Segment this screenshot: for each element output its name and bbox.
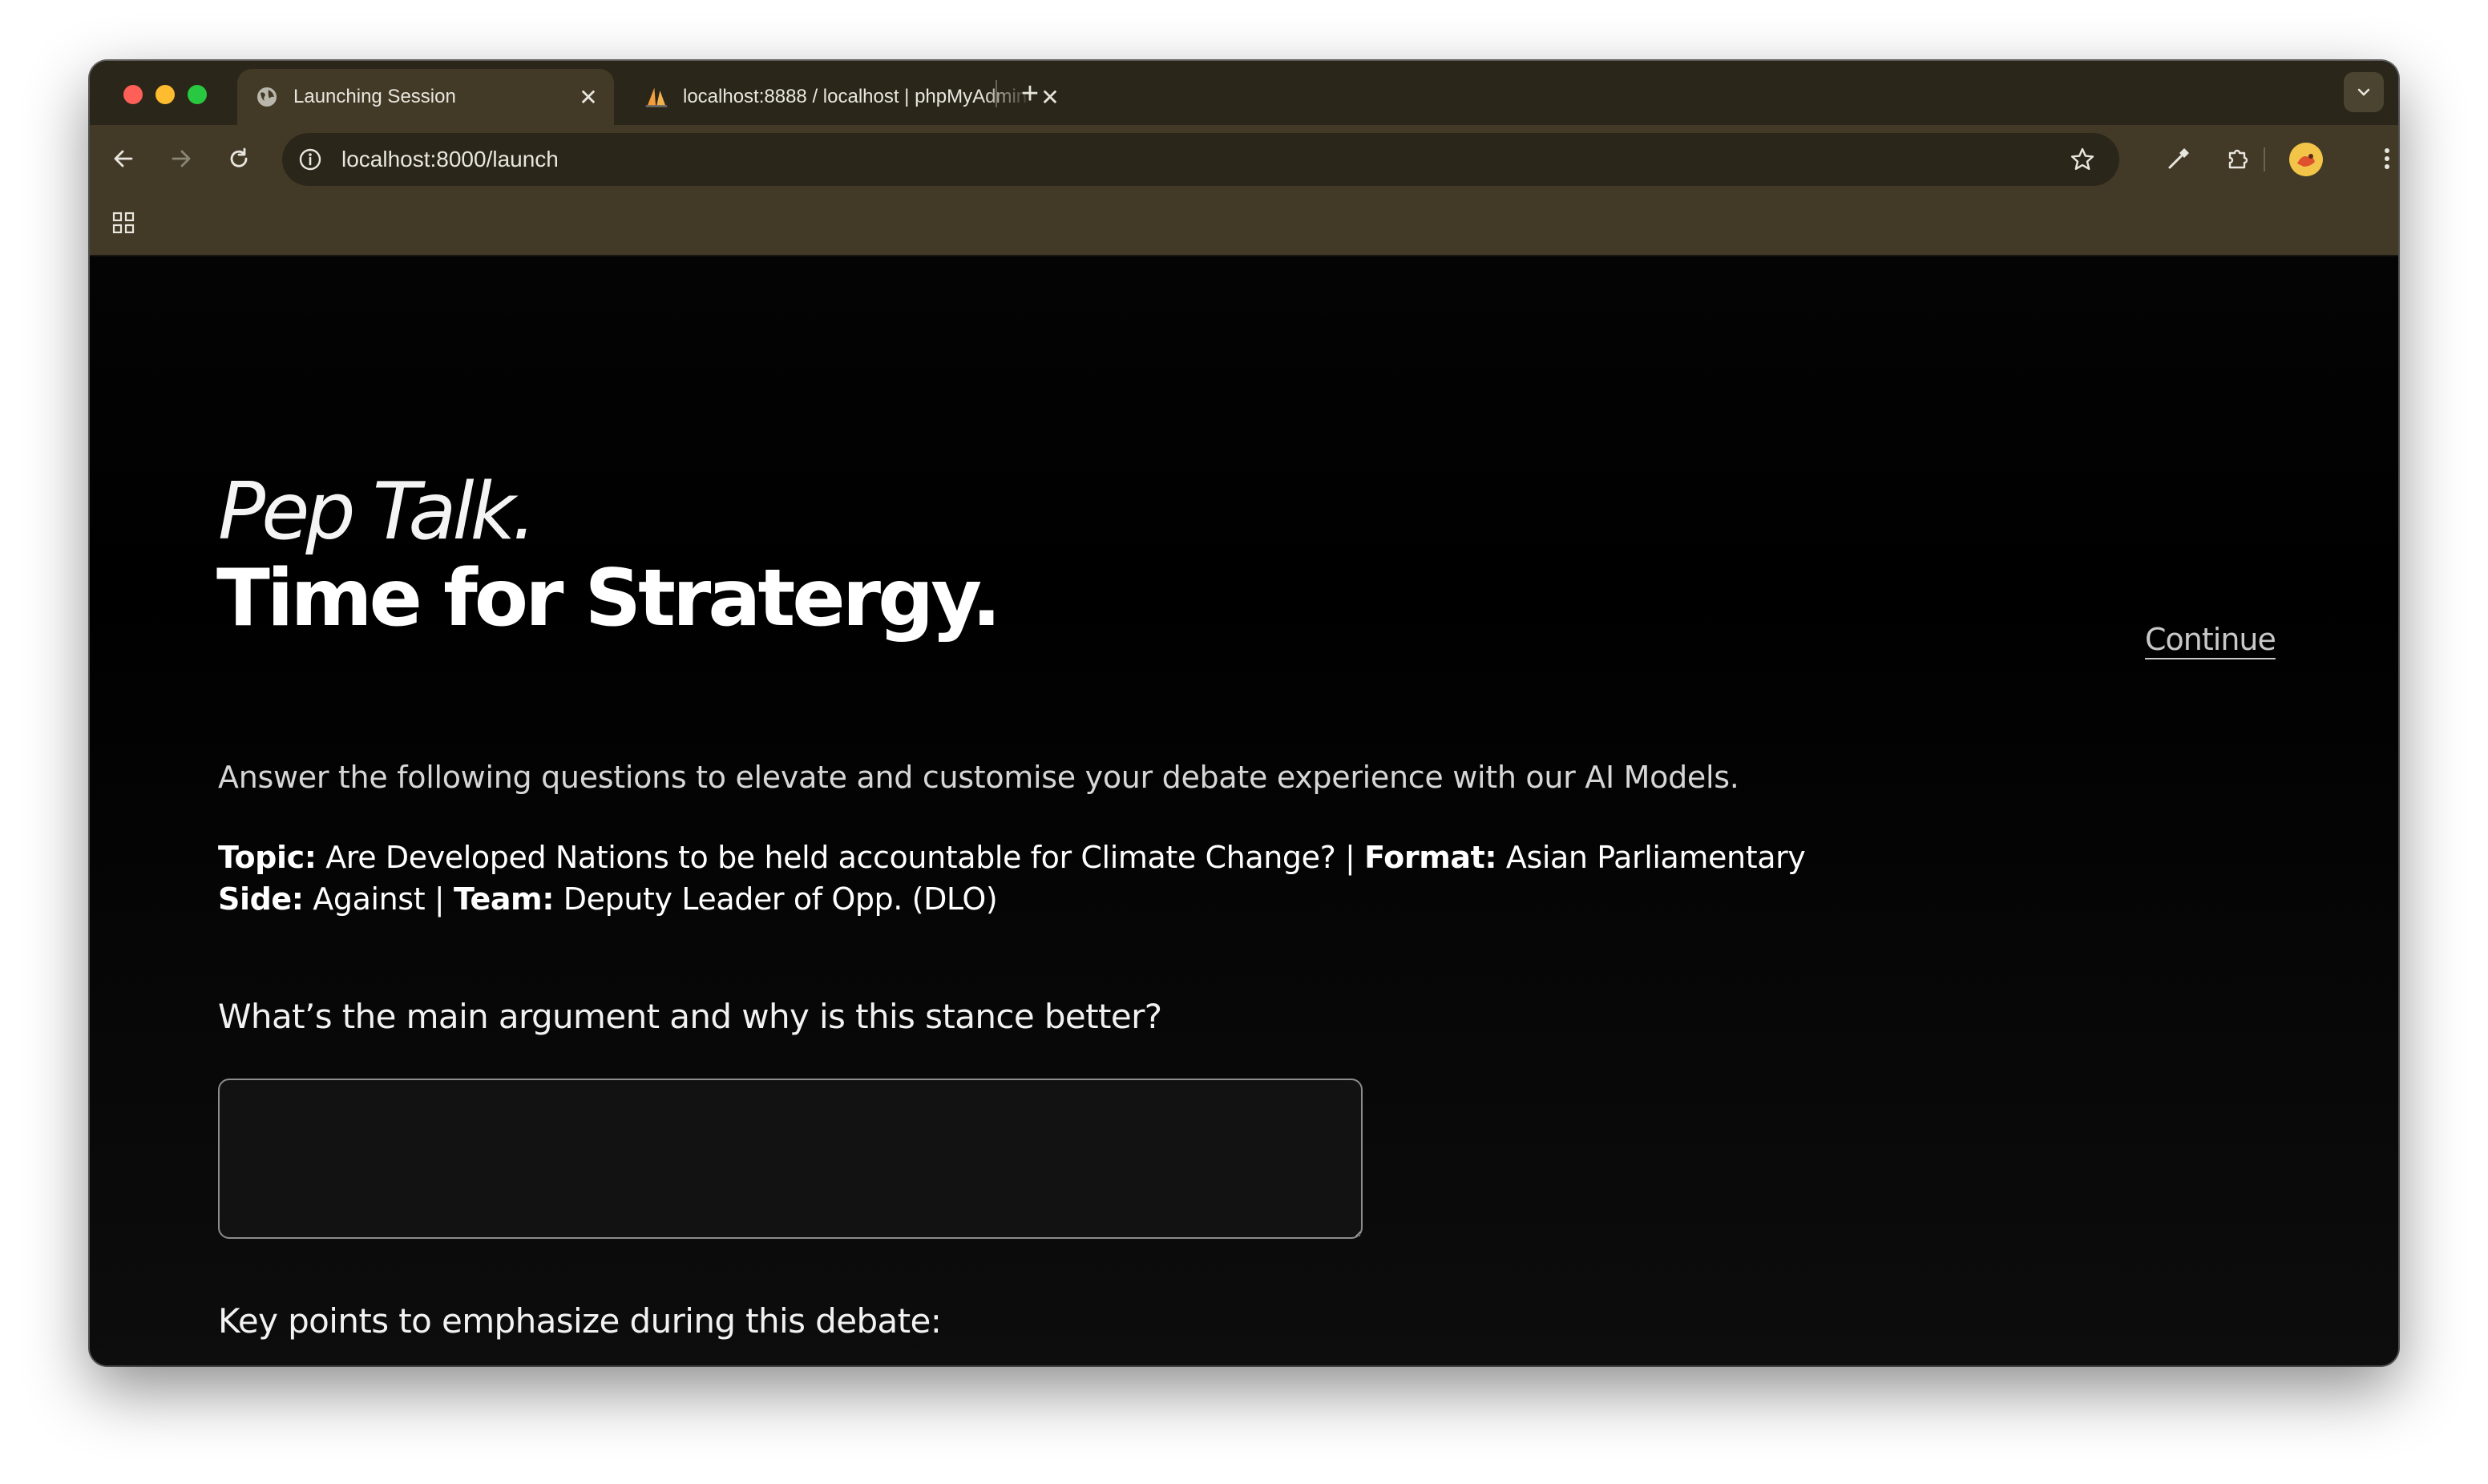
debate-meta: Topic: Are Developed Nations to be held … bbox=[218, 837, 1806, 920]
browser-toolbar: localhost:8000/launch bbox=[90, 125, 2398, 192]
reload-button[interactable] bbox=[220, 139, 258, 178]
hero-subtitle: Pep Talk. bbox=[218, 466, 537, 558]
topic-value: Are Developed Nations to be held account… bbox=[316, 840, 1365, 875]
maximize-window-button[interactable] bbox=[188, 85, 207, 104]
topic-label: Topic: bbox=[218, 840, 317, 875]
close-tab-icon[interactable]: ✕ bbox=[572, 81, 604, 113]
side-value: Against | bbox=[303, 881, 454, 917]
browser-window: Launching Session ✕ localhost:8888 / loc… bbox=[90, 61, 2398, 1365]
site-info-icon[interactable] bbox=[298, 147, 322, 171]
tab-divider bbox=[996, 80, 997, 107]
forward-button[interactable] bbox=[162, 139, 200, 178]
format-label: Format: bbox=[1364, 840, 1497, 875]
phpmyadmin-sail-icon bbox=[644, 85, 668, 109]
apps-grid-icon[interactable] bbox=[107, 207, 139, 239]
page-title: Time for Stratergy. bbox=[216, 553, 1001, 644]
team-value: Deputy Leader of Opp. (DLO) bbox=[554, 881, 998, 917]
globe-icon bbox=[255, 85, 279, 109]
browser-menu-button[interactable] bbox=[2368, 139, 2398, 178]
bookmark-star-icon[interactable] bbox=[2066, 143, 2098, 175]
question-main-argument: What’s the main argument and why is this… bbox=[218, 997, 1162, 1036]
tab-title: localhost:8888 / localhost | phpMyAdmin bbox=[683, 86, 1028, 107]
meta-line-1: Topic: Are Developed Nations to be held … bbox=[218, 837, 1806, 878]
toolbar-divider bbox=[2264, 147, 2265, 171]
team-label: Team: bbox=[453, 881, 555, 917]
arrow-left-icon bbox=[114, 150, 133, 167]
kebab-menu-icon bbox=[2385, 148, 2389, 169]
profile-avatar[interactable] bbox=[2289, 143, 2323, 176]
meta-line-2: Side: Against | Team: Deputy Leader of O… bbox=[218, 878, 1805, 920]
page-content: Pep Talk. Time for Stratergy. Continue A… bbox=[90, 256, 2398, 1365]
side-label: Side: bbox=[218, 881, 304, 917]
continue-link[interactable]: Continue bbox=[2145, 622, 2276, 657]
bookmarks-bar bbox=[90, 192, 2398, 256]
eyedropper-icon[interactable] bbox=[2159, 139, 2198, 178]
tab-launching-session[interactable]: Launching Session ✕ bbox=[237, 69, 614, 125]
arrow-right-icon bbox=[172, 150, 191, 167]
address-bar[interactable]: localhost:8000/launch bbox=[282, 133, 2119, 186]
new-tab-button[interactable]: + bbox=[1012, 75, 1048, 112]
format-value: Asian Parliamentary bbox=[1496, 840, 1806, 875]
close-window-button[interactable] bbox=[123, 85, 143, 104]
chevron-down-icon bbox=[2357, 88, 2370, 96]
reload-icon bbox=[230, 147, 248, 167]
tab-search-button[interactable] bbox=[2344, 72, 2384, 112]
main-argument-input[interactable] bbox=[218, 1079, 1363, 1239]
tab-strip: Launching Session ✕ localhost:8888 / loc… bbox=[90, 61, 2398, 125]
extensions-puzzle-icon[interactable] bbox=[2219, 139, 2257, 178]
tab-title: Launching Session bbox=[293, 86, 456, 107]
intro-text: Answer the following questions to elevat… bbox=[218, 760, 1739, 795]
tab-phpmyadmin[interactable]: localhost:8888 / localhost | phpMyAdmin … bbox=[627, 69, 1076, 125]
question-key-points: Key points to emphasize during this deba… bbox=[218, 1301, 942, 1341]
minimize-window-button[interactable] bbox=[156, 85, 175, 104]
back-button[interactable] bbox=[104, 139, 143, 178]
url-text[interactable]: localhost:8000/launch bbox=[341, 147, 2066, 172]
